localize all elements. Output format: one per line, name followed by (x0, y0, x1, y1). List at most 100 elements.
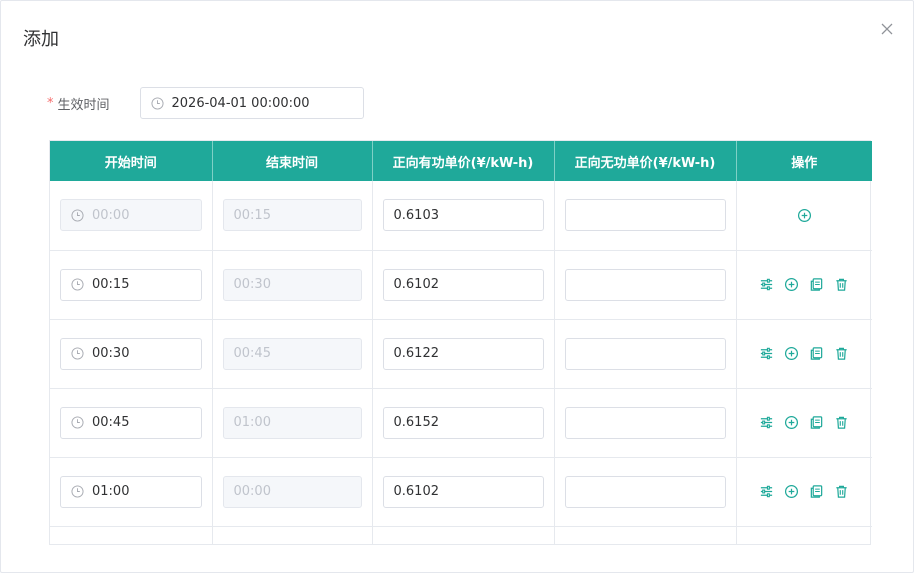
active-price-cell: 0.6103 (372, 181, 555, 251)
start-time-value: 00:15 (92, 277, 130, 292)
add-circle-icon[interactable] (784, 484, 799, 499)
effective-time-row: * 生效时间 2026-04-01 00:00:00 (47, 87, 364, 119)
row-actions (747, 415, 863, 430)
spacer-cell (50, 526, 213, 544)
end-cell: 01:00 (212, 388, 373, 458)
active-price-input[interactable]: 0.6102 (382, 475, 544, 508)
active-price-input[interactable]: 0.6122 (382, 337, 544, 370)
active-price-value: 0.6152 (393, 415, 440, 430)
spacer-cell (554, 526, 737, 544)
active-price-value: 0.6102 (393, 277, 440, 292)
start-time-value: 00:00 (92, 207, 130, 223)
copy-icon[interactable] (809, 277, 824, 292)
start-cell: 00:15 (50, 250, 213, 320)
delete-icon[interactable] (834, 346, 849, 361)
clock-icon (71, 278, 84, 291)
start-time-input[interactable]: 00:45 (60, 406, 202, 439)
copy-icon[interactable] (809, 484, 824, 499)
adjust-icon[interactable] (759, 415, 774, 430)
delete-icon[interactable] (834, 484, 849, 499)
start-cell: 00:00 (50, 181, 213, 251)
reactive-price-input[interactable] (564, 337, 726, 370)
start-cell: 00:30 (50, 319, 213, 389)
header-end-time: 结束时间 (212, 141, 373, 181)
dialog-title: 添加 (23, 29, 59, 50)
add-circle-icon[interactable] (784, 346, 799, 361)
reactive-price-cell (554, 388, 737, 458)
start-time-input[interactable]: 00:30 (60, 337, 202, 370)
effective-time-input[interactable]: 2026-04-01 00:00:00 (139, 87, 364, 119)
actions-cell (736, 250, 872, 320)
start-time-input[interactable]: 01:00 (60, 475, 202, 508)
start-time-input[interactable]: 00:15 (60, 268, 202, 301)
price-table: 开始时间 结束时间 正向有功单价(¥/kW-h) 正向无功单价(¥/kW-h) … (49, 140, 872, 545)
add-circle-icon[interactable] (784, 415, 799, 430)
end-time-input: 01:00 (222, 406, 362, 439)
copy-icon[interactable] (809, 415, 824, 430)
header-start-time: 开始时间 (50, 141, 213, 181)
end-cell: 00:30 (212, 250, 373, 320)
end-time-value: 00:00 (233, 484, 271, 499)
start-time-value: 01:00 (92, 484, 130, 499)
header-actions: 操作 (736, 141, 872, 181)
table-row: 00:45 01:00 0.6152 (50, 388, 872, 458)
reactive-price-input[interactable] (564, 406, 726, 439)
active-price-cell: 0.6102 (372, 457, 555, 527)
start-cell: 00:45 (50, 388, 213, 458)
clock-icon (71, 209, 84, 222)
row-actions (747, 208, 863, 223)
start-time-value: 00:45 (92, 415, 130, 430)
row-actions (747, 484, 863, 499)
clock-icon (150, 96, 164, 110)
active-price-cell: 0.6122 (372, 319, 555, 389)
end-cell: 00:45 (212, 319, 373, 389)
adjust-icon[interactable] (759, 346, 774, 361)
spacer-cell (212, 526, 373, 544)
start-cell: 01:00 (50, 457, 213, 527)
effective-time-label: 生效时间 (57, 97, 110, 113)
actions-cell (736, 457, 872, 527)
active-price-input[interactable]: 0.6103 (382, 199, 544, 232)
delete-icon[interactable] (834, 277, 849, 292)
table-row: 00:00 00:15 0.6103 (50, 181, 872, 251)
table-header-row: 开始时间 结束时间 正向有功单价(¥/kW-h) 正向无功单价(¥/kW-h) … (50, 141, 872, 181)
end-time-input: 00:30 (222, 268, 362, 301)
adjust-icon[interactable] (759, 484, 774, 499)
reactive-price-input[interactable] (564, 475, 726, 508)
table-row: 00:30 00:45 0.6122 (50, 319, 872, 389)
reactive-price-cell (554, 319, 737, 389)
add-circle-icon[interactable] (784, 277, 799, 292)
reactive-price-input[interactable] (564, 199, 726, 232)
end-time-value: 01:00 (233, 415, 271, 430)
actions-cell (736, 388, 872, 458)
end-time-input: 00:45 (222, 337, 362, 370)
add-dialog: 添加 * 生效时间 2026-04-01 00:00:00 开始时间 结束时间 … (0, 0, 914, 573)
active-price-value: 0.6103 (393, 207, 440, 223)
active-price-input[interactable]: 0.6152 (382, 406, 544, 439)
adjust-icon[interactable] (759, 277, 774, 292)
close-icon[interactable] (879, 21, 895, 37)
active-price-cell: 0.6102 (372, 250, 555, 320)
actions-cell (736, 181, 872, 251)
reactive-price-cell (554, 250, 737, 320)
end-time-value: 00:30 (233, 277, 271, 292)
start-time-value: 00:30 (92, 346, 130, 361)
clock-icon (71, 416, 84, 429)
reactive-price-input[interactable] (564, 268, 726, 301)
clock-icon (71, 347, 84, 360)
end-time-input: 00:00 (222, 475, 362, 508)
active-price-value: 0.6122 (393, 346, 440, 361)
header-reactive-price: 正向无功单价(¥/kW-h) (554, 141, 737, 181)
end-time-value: 00:15 (233, 207, 271, 223)
row-actions (747, 277, 863, 292)
active-price-input[interactable]: 0.6102 (382, 268, 544, 301)
reactive-price-cell (554, 457, 737, 527)
reactive-price-cell (554, 181, 737, 251)
start-time-input: 00:00 (60, 199, 202, 232)
delete-icon[interactable] (834, 415, 849, 430)
spacer-cell (372, 526, 555, 544)
end-time-input: 00:15 (222, 199, 362, 232)
add-circle-icon[interactable] (797, 208, 812, 223)
copy-icon[interactable] (809, 346, 824, 361)
end-cell: 00:15 (212, 181, 373, 251)
